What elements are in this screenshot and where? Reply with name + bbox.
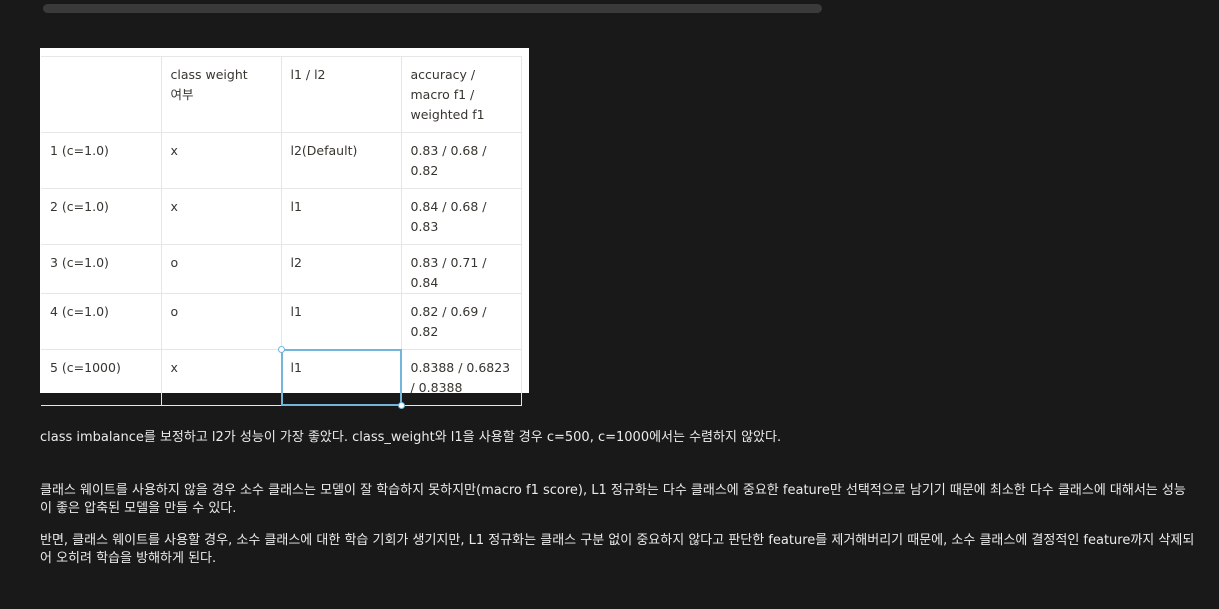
table-cell[interactable]: 2 (c=1.0) [41, 188, 162, 245]
paragraph-line: 클래스 웨이트를 사용하지 않을 경우 소수 클래스는 모델이 잘 학습하지 못… [40, 483, 1186, 498]
table-row: 1 (c=1.0) x l2(Default) 0.83 / 0.68 / 0.… [41, 132, 522, 189]
table-row: 4 (c=1.0) o l1 0.82 / 0.69 / 0.82 [41, 293, 522, 350]
table-cell[interactable]: x [160, 188, 282, 245]
results-table-block: class weight 여부 l1 / l2 accuracy / macro… [40, 48, 529, 409]
paragraph-line: 반면, 클래스 웨이트를 사용할 경우, 소수 클래스에 대한 학습 기회가 생… [40, 533, 1195, 548]
table-cell[interactable]: 4 (c=1.0) [41, 293, 162, 350]
table-cell[interactable]: class weight 여부 [160, 56, 282, 133]
table-cell[interactable] [41, 56, 162, 133]
table-cell[interactable]: l1 / l2 [280, 56, 402, 133]
summary-text: class imbalance를 보정하고 l2가 성능이 가장 좋았다. cl… [40, 430, 782, 445]
summary-paragraph[interactable]: class imbalance를 보정하고 l2가 성능이 가장 좋았다. cl… [40, 429, 781, 447]
table-header-row: class weight 여부 l1 / l2 accuracy / macro… [41, 56, 522, 133]
table-cell[interactable]: x [160, 349, 282, 406]
table-cell[interactable]: 0.84 / 0.68 / 0.83 [400, 188, 522, 245]
table-row: 5 (c=1000) x l1 0.8388 / 0.6823 / 0.8388 [41, 346, 522, 409]
table-cell[interactable]: o [160, 244, 282, 294]
table-row: 3 (c=1.0) o l2 0.83 / 0.71 / 0.84 [41, 244, 522, 294]
paragraph-line: 이 좋은 압축된 모델을 만들 수 있다. [40, 501, 237, 516]
horizontal-scrollbar[interactable] [43, 4, 822, 13]
table-cell[interactable]: x [160, 132, 282, 189]
table-cell[interactable]: l2 [280, 244, 402, 294]
table-cell[interactable]: 0.83 / 0.71 / 0.84 [400, 244, 522, 294]
table-cell[interactable]: l1 [280, 293, 402, 350]
selected-table-cell[interactable]: l1 [277, 346, 405, 409]
table-cell[interactable]: 0.82 / 0.69 / 0.82 [400, 293, 522, 350]
results-table: class weight 여부 l1 / l2 accuracy / macro… [41, 56, 522, 409]
cell-selection-outline [277, 346, 405, 409]
table-cell[interactable]: l2(Default) [280, 132, 402, 189]
table-cell[interactable]: 0.8388 / 0.6823 / 0.8388 [400, 349, 522, 406]
paragraph-line: 어 오히려 학습을 방해하게 된다. [40, 551, 217, 566]
table-cell[interactable]: 5 (c=1000) [41, 349, 162, 406]
table-cell[interactable]: 1 (c=1.0) [41, 132, 162, 189]
table-row: 2 (c=1.0) x l1 0.84 / 0.68 / 0.83 [41, 188, 522, 245]
no-class-weight-paragraph[interactable]: 클래스 웨이트를 사용하지 않을 경우 소수 클래스는 모델이 잘 학습하지 못… [40, 482, 1186, 518]
table-cell[interactable]: 0.83 / 0.68 / 0.82 [400, 132, 522, 189]
class-weight-paragraph[interactable]: 반면, 클래스 웨이트를 사용할 경우, 소수 클래스에 대한 학습 기회가 생… [40, 532, 1194, 568]
table-cell[interactable]: l1 [280, 188, 402, 245]
table-cell[interactable]: o [160, 293, 282, 350]
table-cell[interactable]: 3 (c=1.0) [41, 244, 162, 294]
selected-cell-text: l1 [290, 360, 302, 375]
table-cell[interactable]: accuracy / macro f1 / weighted f1 [400, 56, 522, 133]
